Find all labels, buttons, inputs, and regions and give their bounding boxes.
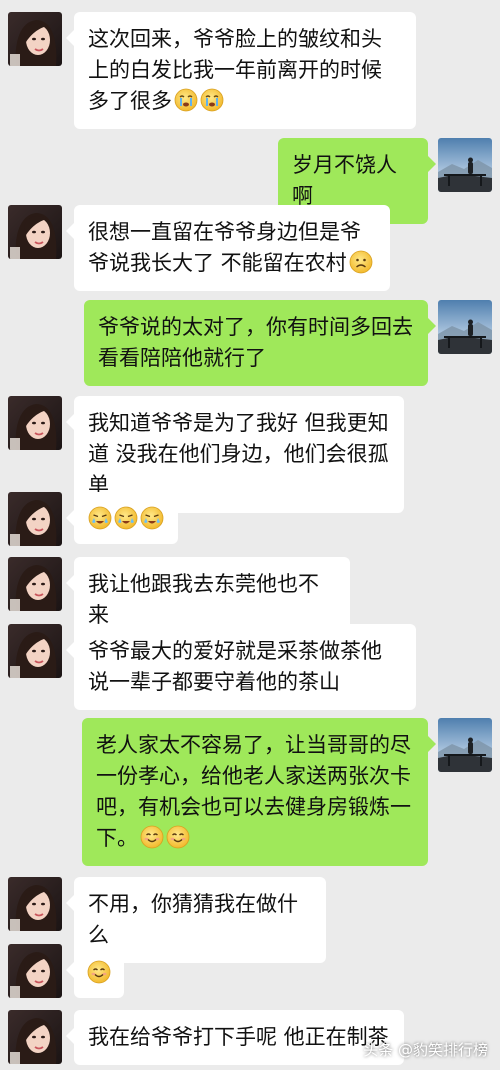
message-bubble-incoming[interactable] xyxy=(66,492,178,544)
contact-avatar[interactable] xyxy=(8,877,62,931)
message-text: 爷爷说的太对了，你有时间多回去看看陪陪他就行了 xyxy=(98,315,413,370)
message-bubble-outgoing[interactable]: 爷爷说的太对了，你有时间多回去看看陪陪他就行了 xyxy=(84,300,436,386)
sad-emoji xyxy=(349,250,373,274)
message-text: 爷爷最大的爱好就是采茶做茶他说一辈子都要守着他的茶山 xyxy=(88,639,382,694)
user-avatar[interactable] xyxy=(438,718,492,772)
watermark: 头条 @豹笑排行榜 xyxy=(363,1041,488,1059)
contact-avatar[interactable] xyxy=(8,396,62,450)
cry-emoji xyxy=(174,88,198,112)
message-bubble-incoming[interactable]: 很想一直留在爷爷身边但是爷爷说我长大了 不能留在农村 xyxy=(66,205,390,291)
smile-emoji xyxy=(140,825,164,849)
contact-avatar[interactable] xyxy=(8,557,62,611)
contact-avatar[interactable] xyxy=(8,1010,62,1064)
contact-avatar[interactable] xyxy=(8,492,62,546)
message-text: 我让他跟我去东莞他也不来 xyxy=(88,572,319,627)
message-text: 很想一直留在爷爷身边但是爷爷说我长大了 不能留在农村 xyxy=(88,220,361,275)
message-text: 我在给爷爷打下手呢 他正在制茶 xyxy=(88,1025,389,1049)
message-bubble-outgoing[interactable]: 老人家太不容易了，让当哥哥的尽一份孝心，给他老人家送两张次卡吧，有机会也可以去健… xyxy=(82,718,436,866)
message-text: 不用，你猜猜我在做什么 xyxy=(88,892,298,947)
message-bubble-incoming[interactable]: 我在给爷爷打下手呢 他正在制茶 xyxy=(66,1010,404,1065)
message-bubble-incoming[interactable] xyxy=(66,944,124,998)
sob-emoji xyxy=(114,506,138,530)
message-text: 这次回来，爷爷脸上的皱纹和头上的白发比我一年前离开的时候多了很多 xyxy=(88,27,382,113)
message-bubble-incoming[interactable]: 爷爷最大的爱好就是采茶做茶他说一辈子都要守着他的茶山 xyxy=(66,624,416,710)
user-avatar[interactable] xyxy=(438,300,492,354)
contact-avatar[interactable] xyxy=(8,624,62,678)
smile-emoji xyxy=(87,960,111,984)
cry-emoji xyxy=(200,88,224,112)
smile-emoji xyxy=(166,825,190,849)
contact-avatar[interactable] xyxy=(8,205,62,259)
message-text: 我知道爷爷是为了我好 但我更知道 没我在他们身边，他们会很孤单 xyxy=(88,411,389,497)
sob-emoji xyxy=(140,506,164,530)
message-text: 岁月不饶人啊 xyxy=(292,153,397,208)
contact-avatar[interactable] xyxy=(8,12,62,66)
sob-emoji xyxy=(88,506,112,530)
contact-avatar[interactable] xyxy=(8,944,62,998)
message-bubble-incoming[interactable]: 这次回来，爷爷脸上的皱纹和头上的白发比我一年前离开的时候多了很多 xyxy=(66,12,416,129)
user-avatar[interactable] xyxy=(438,138,492,192)
